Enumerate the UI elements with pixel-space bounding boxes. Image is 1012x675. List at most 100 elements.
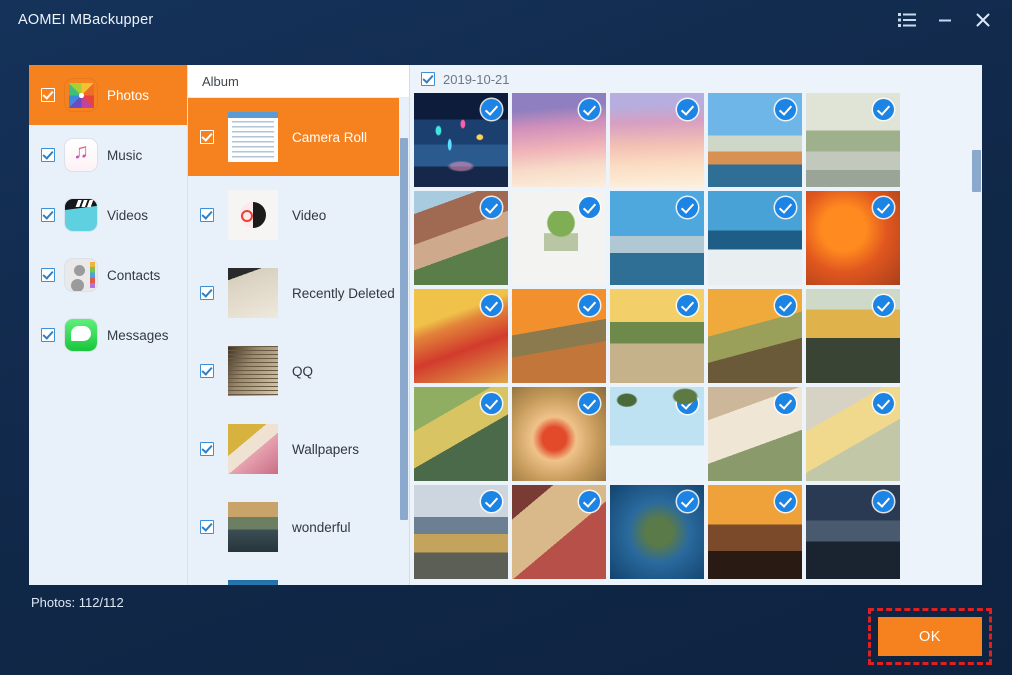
checkbox-camera-roll[interactable] xyxy=(200,130,214,144)
photo-item[interactable] xyxy=(610,289,704,383)
content-panel: Photos Music Videos Contacts Messages xyxy=(29,65,982,585)
album-label-wonderful: wonderful xyxy=(292,520,351,535)
selected-check-icon[interactable] xyxy=(775,491,796,512)
album-item-wonderful[interactable]: wonderful xyxy=(188,488,409,566)
photo-item[interactable] xyxy=(708,387,802,481)
selected-check-icon[interactable] xyxy=(481,99,502,120)
checkbox-qq[interactable] xyxy=(200,364,214,378)
selected-check-icon[interactable] xyxy=(873,295,894,316)
photo-scrollbar[interactable] xyxy=(971,65,982,585)
photo-item[interactable] xyxy=(708,485,802,579)
checkbox-photos[interactable] xyxy=(41,88,55,102)
photo-item[interactable] xyxy=(512,93,606,187)
album-thumbnail xyxy=(228,424,278,474)
checkbox-date-group[interactable] xyxy=(421,72,435,86)
app-window: AOMEI MBackupper xyxy=(0,0,1012,675)
photo-item[interactable] xyxy=(414,485,508,579)
selected-check-icon[interactable] xyxy=(481,197,502,218)
sidebar-label-messages: Messages xyxy=(107,328,169,343)
selected-check-icon[interactable] xyxy=(775,99,796,120)
selected-check-icon[interactable] xyxy=(677,491,698,512)
selected-check-icon[interactable] xyxy=(677,197,698,218)
photo-scrollbar-thumb[interactable] xyxy=(972,150,981,192)
album-label-recently-deleted: Recently Deleted xyxy=(292,286,395,301)
album-thumbnail xyxy=(228,580,278,585)
date-group-label: 2019-10-21 xyxy=(443,72,510,87)
sidebar-item-contacts[interactable]: Contacts xyxy=(29,245,187,305)
selected-check-icon[interactable] xyxy=(873,393,894,414)
selected-check-icon[interactable] xyxy=(579,197,600,218)
checkbox-wallpapers[interactable] xyxy=(200,442,214,456)
ok-button[interactable]: OK xyxy=(878,617,982,656)
checkbox-recently-deleted[interactable] xyxy=(200,286,214,300)
photos-icon xyxy=(65,79,97,111)
selected-check-icon[interactable] xyxy=(677,295,698,316)
menu-icon[interactable] xyxy=(890,6,924,34)
selected-check-icon[interactable] xyxy=(873,99,894,120)
album-thumbnail xyxy=(228,112,278,162)
selected-check-icon[interactable] xyxy=(579,393,600,414)
selected-check-icon[interactable] xyxy=(873,491,894,512)
photo-item[interactable] xyxy=(414,191,508,285)
photo-item[interactable] xyxy=(610,191,704,285)
selected-check-icon[interactable] xyxy=(677,99,698,120)
checkbox-wonderful[interactable] xyxy=(200,520,214,534)
sidebar-item-photos[interactable]: Photos xyxy=(29,65,187,125)
selected-check-icon[interactable] xyxy=(481,491,502,512)
album-scrollbar-thumb[interactable] xyxy=(400,138,408,520)
selected-check-icon[interactable] xyxy=(481,295,502,316)
sidebar-label-contacts: Contacts xyxy=(107,268,160,283)
photo-item[interactable] xyxy=(806,93,900,187)
album-label-wallpapers: Wallpapers xyxy=(292,442,359,457)
album-item-wallpapers[interactable]: Wallpapers xyxy=(188,410,409,488)
photo-item[interactable] xyxy=(414,93,508,187)
photo-item[interactable] xyxy=(806,289,900,383)
category-sidebar: Photos Music Videos Contacts Messages xyxy=(29,65,188,585)
selected-check-icon[interactable] xyxy=(579,491,600,512)
photo-item[interactable] xyxy=(414,289,508,383)
checkbox-video[interactable] xyxy=(200,208,214,222)
app-title: AOMEI MBackupper xyxy=(18,12,153,28)
album-scrollbar[interactable] xyxy=(399,98,409,585)
checkbox-videos[interactable] xyxy=(41,208,55,222)
photo-item[interactable] xyxy=(806,485,900,579)
title-bar: AOMEI MBackupper xyxy=(0,0,1012,40)
selected-check-icon[interactable] xyxy=(579,295,600,316)
photo-item[interactable] xyxy=(708,93,802,187)
checkbox-messages[interactable] xyxy=(41,328,55,342)
photo-item[interactable] xyxy=(610,93,704,187)
album-item-camera-roll[interactable]: Camera Roll xyxy=(188,98,409,176)
selected-check-icon[interactable] xyxy=(481,393,502,414)
photo-item[interactable] xyxy=(512,387,606,481)
selected-check-icon[interactable] xyxy=(677,393,698,414)
album-item-partial[interactable] xyxy=(188,566,409,585)
photo-item[interactable] xyxy=(512,289,606,383)
close-icon[interactable] xyxy=(966,6,1000,34)
photo-item[interactable] xyxy=(610,485,704,579)
minimize-icon[interactable] xyxy=(928,6,962,34)
checkbox-contacts[interactable] xyxy=(41,268,55,282)
album-item-recently-deleted[interactable]: Recently Deleted xyxy=(188,254,409,332)
selected-check-icon[interactable] xyxy=(775,197,796,218)
photo-item[interactable] xyxy=(708,191,802,285)
album-item-qq[interactable]: QQ xyxy=(188,332,409,410)
photo-item[interactable] xyxy=(512,191,606,285)
album-label-camera-roll: Camera Roll xyxy=(292,130,367,145)
photo-item[interactable] xyxy=(512,485,606,579)
photo-item[interactable] xyxy=(610,387,704,481)
checkbox-music[interactable] xyxy=(41,148,55,162)
photo-item[interactable] xyxy=(806,191,900,285)
selected-check-icon[interactable] xyxy=(775,295,796,316)
sidebar-item-music[interactable]: Music xyxy=(29,125,187,185)
selected-check-icon[interactable] xyxy=(775,393,796,414)
selected-check-icon[interactable] xyxy=(579,99,600,120)
date-group-header[interactable]: 2019-10-21 xyxy=(410,65,982,93)
album-item-video[interactable]: Video xyxy=(188,176,409,254)
photo-grid xyxy=(410,93,982,579)
photo-item[interactable] xyxy=(806,387,900,481)
sidebar-item-messages[interactable]: Messages xyxy=(29,305,187,365)
sidebar-item-videos[interactable]: Videos xyxy=(29,185,187,245)
photo-item[interactable] xyxy=(708,289,802,383)
selected-check-icon[interactable] xyxy=(873,197,894,218)
photo-item[interactable] xyxy=(414,387,508,481)
